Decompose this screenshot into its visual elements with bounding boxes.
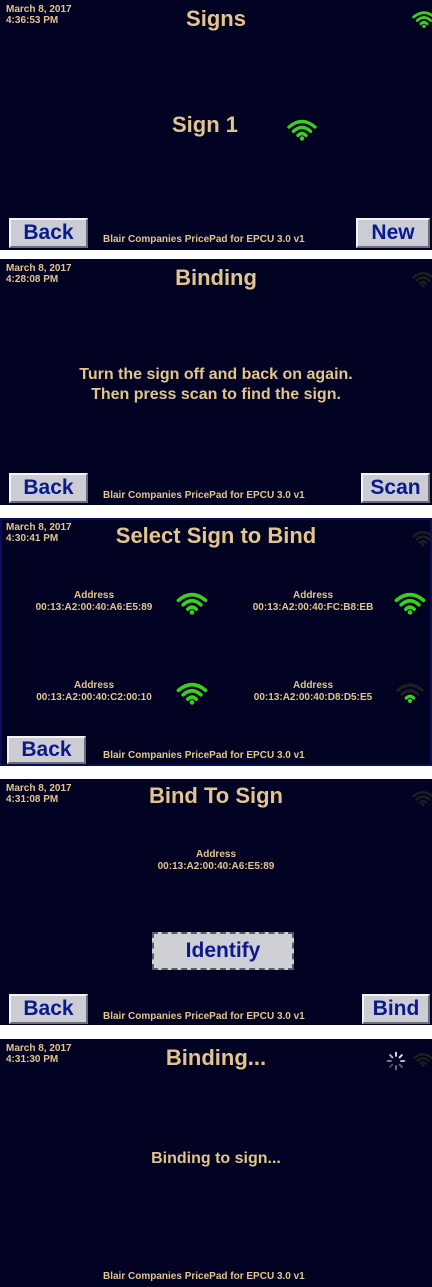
back-button[interactable]: Back [9, 218, 88, 248]
page-title: Signs [186, 6, 246, 31]
footer-text: Blair Companies PricePad for EPCU 3.0 v1 [103, 750, 305, 761]
wifi-icon [176, 592, 208, 615]
footer-text: Blair Companies PricePad for EPCU 3.0 v1 [103, 234, 305, 245]
address-label: Address [292, 590, 333, 601]
loading-spinner-icon [386, 1051, 406, 1071]
wifi-icon [412, 10, 432, 29]
device-address: 00:13:A2:00:40:C2:00:10 [36, 692, 152, 703]
new-button[interactable]: New [356, 218, 430, 248]
back-button[interactable]: Back [9, 473, 88, 503]
scan-button[interactable]: Scan [361, 473, 430, 503]
select-sign-screen: March 8, 2017 4:30:41 PM Select Sign to B… [0, 518, 432, 766]
bind-button[interactable]: Bind [362, 994, 430, 1024]
page-title: Select Sign to Bind [115, 523, 317, 548]
page-title: Bind To Sign [148, 783, 283, 808]
device-address: 00:13:A2:00:40:D8:D5:E5 [253, 692, 373, 703]
bind-to-sign-screen: March 8, 2017 4:31:08 PM Bind To Sign Add… [0, 779, 432, 1025]
device-item[interactable]: Address 00:13:A2:00:40:C2:00:10 [25, 680, 215, 712]
device-item[interactable]: Address 00:13:A2:00:40:FC:B8:EB [238, 590, 430, 622]
page-title: Binding [175, 265, 257, 290]
device-address: 00:13:A2:00:40:A6:E5:89 [35, 602, 153, 613]
device-address: 00:13:A2:00:40:FC:B8:EB [252, 602, 374, 613]
binding-progress-screen: March 8, 2017 4:31:30 PM Binding... Bindi… [0, 1039, 432, 1287]
back-button[interactable]: Back [7, 736, 86, 764]
address-label: Address [73, 590, 114, 601]
wifi-icon [412, 530, 432, 547]
sign-list-item[interactable]: Sign 1 [160, 112, 330, 146]
device-item[interactable]: Address 00:13:A2:00:40:A6:E5:89 [25, 590, 215, 622]
wifi-icon [412, 271, 432, 288]
page-title: Binding... [165, 1045, 267, 1070]
wifi-icon [176, 682, 208, 705]
sign-label: Sign 1 [172, 112, 239, 137]
device-address: 00:13:A2:00:40:A6:E5:89 [157, 861, 275, 872]
instruction-line-2: Then press scan to find the sign. [91, 386, 341, 403]
wifi-icon [287, 119, 317, 141]
identify-button[interactable]: Identify [152, 932, 294, 970]
binding-screen: March 8, 2017 4:28:08 PM Binding Turn the… [0, 259, 432, 505]
footer-text: Blair Companies PricePad for EPCU 3.0 v1 [103, 490, 305, 501]
wifi-icon [412, 790, 432, 807]
status-message: Binding to sign... [151, 1150, 281, 1167]
instruction-line-1: Turn the sign off and back on again. [79, 366, 353, 383]
address-label: Address [195, 849, 236, 860]
footer-text: Blair Companies PricePad for EPCU 3.0 v1 [103, 1011, 305, 1022]
back-button[interactable]: Back [9, 994, 88, 1024]
footer-text: Blair Companies PricePad for EPCU 3.0 v1 [103, 1271, 305, 1282]
wifi-icon [413, 1052, 432, 1068]
address-label: Address [292, 680, 333, 691]
device-item[interactable]: Address 00:13:A2:00:40:D8:D5:E5 [238, 680, 430, 712]
signs-screen: March 8, 2017 4:36:53 PM Signs Sign 1 Bac… [0, 0, 432, 250]
wifi-weak-icon [396, 683, 424, 703]
wifi-icon [394, 592, 426, 615]
address-label: Address [73, 680, 114, 691]
